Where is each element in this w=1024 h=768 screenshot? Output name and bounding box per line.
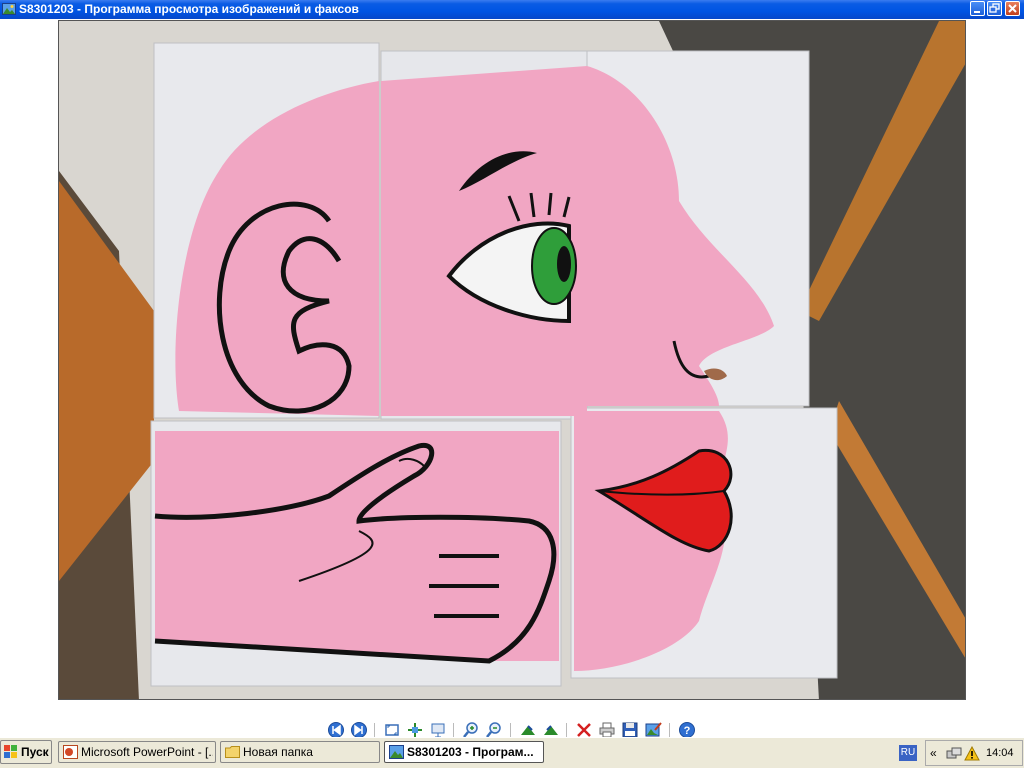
face-puzzle-picture [59,21,965,699]
taskbar-item-label: Новая папка [243,745,313,759]
taskbar-item-powerpoint[interactable]: Microsoft PowerPoint - [... [58,741,216,763]
image-viewer: ? [0,19,1024,738]
start-label: Пуск [21,745,49,759]
image-viewer-icon [2,3,16,15]
restore-button[interactable] [987,1,1002,16]
powerpoint-icon [63,745,78,759]
taskbar-item-folder[interactable]: Новая папка [220,741,380,763]
network-icon[interactable] [946,747,962,761]
folder-icon [225,746,240,758]
clock[interactable]: 14:04 [986,747,1014,759]
svg-text:?: ? [684,725,691,737]
close-button[interactable] [1005,1,1020,16]
start-button[interactable]: Пуск [0,740,52,764]
minimize-icon [974,11,980,13]
window-title: S8301203 - Программа просмотра изображен… [19,2,359,16]
tray-expand-button[interactable]: « [930,746,937,760]
language-indicator[interactable]: RU [899,745,917,761]
taskbar-item-image-viewer[interactable]: S8301203 - Програм... [384,741,544,763]
title-bar[interactable]: S8301203 - Программа просмотра изображен… [0,0,1024,19]
displayed-photo[interactable] [58,20,966,700]
restore-icon [989,3,1000,13]
minimize-button[interactable] [970,1,985,16]
security-warning-icon[interactable] [964,746,980,761]
taskbar-item-label: Microsoft PowerPoint - [... [81,745,213,759]
taskbar: Пуск Microsoft PowerPoint - [... Новая п… [0,737,1024,768]
image-viewer-icon [389,745,404,759]
system-tray: « 14:04 [925,740,1023,766]
taskbar-item-label: S8301203 - Програм... [407,745,534,759]
windows-logo-icon [4,745,17,758]
close-icon [1008,4,1017,13]
